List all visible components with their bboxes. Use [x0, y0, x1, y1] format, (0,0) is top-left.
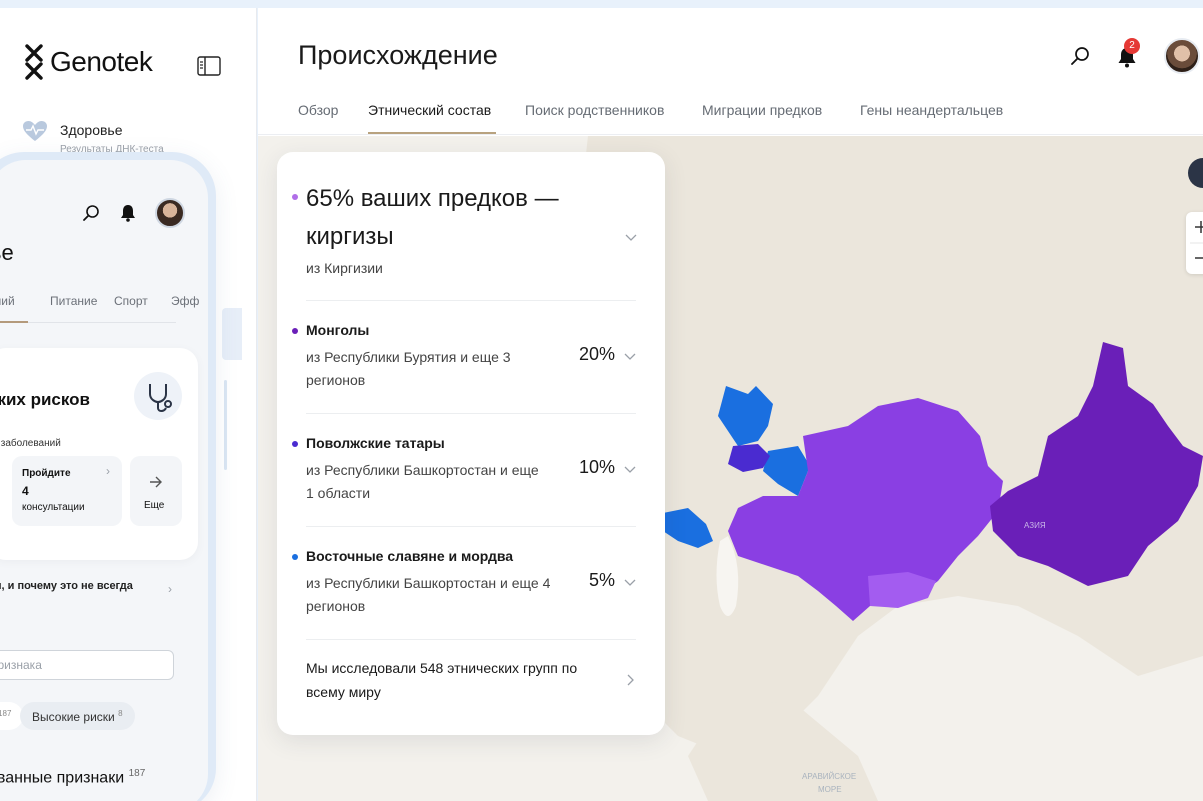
phone-section-title-count: 187: [128, 768, 146, 779]
tab-overview[interactable]: Обзор: [298, 102, 338, 118]
ethnic-item-percent: 20%: [578, 344, 615, 364]
brand-name: Genotek: [50, 46, 153, 77]
map-label-sea-1: АРАВИЙСКОЕ: [802, 772, 856, 781]
ethnic-item-title: Монголы: [306, 322, 370, 338]
panel-divider: [306, 300, 636, 301]
phone-mini-card-more[interactable]: Еще: [130, 456, 182, 526]
phone-chip-high-risks-label: Высокие риски: [32, 710, 115, 724]
ethnic-item-percent: 10%: [578, 457, 615, 477]
genotek-logo-icon: [25, 44, 43, 80]
page-title: Происхождение: [298, 40, 498, 70]
phone-risk-card-subtitle: ки заболеваний: [0, 438, 61, 449]
main-ethnic-title: 65% ваших предков — киргизы: [306, 185, 559, 250]
phone-chip-all-count: 187: [0, 709, 12, 718]
user-avatar[interactable]: [1164, 38, 1200, 74]
phone-tab-active-underline: [0, 321, 28, 323]
ethnic-item-title: Восточные славяне и мордва: [306, 548, 514, 564]
phone-section-title: ованные признаки 187: [0, 768, 145, 787]
tab-relatives-search[interactable]: Поиск родственников: [525, 102, 664, 118]
sidebar-item-health-label: Здоровье: [60, 122, 123, 138]
ethnic-item-subtitle: из Республики Бурятия и еще 3 регионов: [306, 349, 511, 388]
phone-mini-card-consult[interactable]: Пройдите 4 консультации ›: [12, 456, 122, 526]
phone-tab-sport[interactable]: Спорт: [114, 294, 148, 308]
phone-article-text: ии, и почему это не всегда: [0, 580, 133, 592]
phone-tab-nutrition[interactable]: Питание: [50, 294, 97, 308]
phone-mockup: ье аний Питание Спорт Эфф ских рисков ки…: [0, 152, 216, 801]
phone-mini-card-more-label: Еще: [144, 500, 165, 511]
map-label-asia: АЗИЯ: [1024, 521, 1046, 530]
chevron-down-icon: [624, 353, 636, 360]
panel-divider: [306, 413, 636, 414]
chevron-down-icon: [624, 579, 636, 586]
phone-mini-card-value: 4: [22, 484, 29, 498]
ethnic-item-dot: [292, 554, 298, 560]
panel-divider: [306, 526, 636, 527]
sidebar-toggle-icon[interactable]: [197, 56, 221, 76]
map-zoom-control[interactable]: [1186, 212, 1203, 274]
tab-ancestor-migrations[interactable]: Миграции предков: [702, 102, 822, 118]
phone-section-title-text: ованные признаки: [0, 769, 125, 787]
zoom-plus-minus-icon: [1190, 221, 1203, 259]
sidebar-item-health[interactable]: Здоровье Результаты ДНК-теста: [22, 120, 164, 155]
phone-risk-card-title: ских рисков: [0, 390, 90, 409]
ethnic-item-title: Поволжские татары: [306, 435, 445, 451]
chevron-right-icon: [627, 674, 634, 686]
stethoscope-icon: [134, 372, 182, 420]
tabs-divider: [258, 134, 1203, 135]
main-ethnic-subtitle: из Киргизии: [306, 260, 383, 276]
phone-chip-high-risks[interactable]: Высокие риски 8: [20, 702, 135, 730]
ancestry-panel: 65% ваших предков — киргизы из Киргизии …: [277, 152, 665, 735]
tab-ethnic-composition[interactable]: Этнический состав: [368, 102, 491, 118]
phone-avatar[interactable]: [155, 198, 185, 228]
heart-icon: [23, 121, 47, 141]
phone-search-icon[interactable]: [82, 204, 100, 222]
tab-neanderthal-genes[interactable]: Гены неандертальцев: [860, 102, 1003, 118]
chevron-right-icon: ›: [106, 464, 110, 478]
phone-page-title: ье: [0, 240, 14, 265]
phone-mini-card-sub: консультации: [22, 502, 85, 513]
phone-search-input[interactable]: признака: [0, 650, 174, 680]
chevron-down-icon[interactable]: [625, 234, 637, 242]
phone-screen: ье аний Питание Спорт Эфф ских рисков ки…: [0, 160, 208, 801]
chevron-down-icon: [624, 466, 636, 473]
panel-divider: [306, 639, 636, 640]
chevron-right-icon: ›: [168, 582, 172, 596]
sidebar-scroll-track: [224, 380, 227, 470]
phone-tab-effect[interactable]: Эфф: [171, 294, 199, 308]
ethnic-item-subtitle: из Республики Башкортостан и еще 1 облас…: [306, 462, 539, 501]
ethnic-item-dot: [292, 328, 298, 334]
sidebar-decor-box: [222, 308, 242, 360]
phone-article-row[interactable]: ии, и почему это не всегда ›: [0, 568, 198, 612]
brand-logo[interactable]: Genotek: [24, 44, 153, 80]
research-info-link[interactable]: Мы исследовали 548 этнических групп по в…: [306, 656, 606, 704]
notification-badge: 2: [1124, 38, 1140, 54]
ethnic-item-percent: 5%: [588, 570, 615, 590]
tabs-bar: Обзор Этнический состав Поиск родственни…: [258, 100, 1203, 136]
ethnic-item-dot: [292, 441, 298, 447]
arrow-right-icon: [150, 476, 162, 488]
ethnic-item-subtitle: из Республики Башкортостан и еще 4 регио…: [306, 575, 551, 614]
search-icon[interactable]: [1070, 46, 1090, 66]
phone-risk-card[interactable]: ских рисков ки заболеваний › Пройдите 4 …: [0, 348, 198, 560]
phone-mini-card-label: Пройдите: [22, 468, 71, 479]
phone-bell-icon[interactable]: [120, 204, 136, 222]
phone-chip-high-risks-count: 8: [118, 709, 123, 718]
map-label-sea-2: МОРЕ: [818, 785, 842, 794]
phone-tab-diseases[interactable]: аний: [0, 294, 15, 308]
main-ethnic-dot: [292, 194, 298, 200]
